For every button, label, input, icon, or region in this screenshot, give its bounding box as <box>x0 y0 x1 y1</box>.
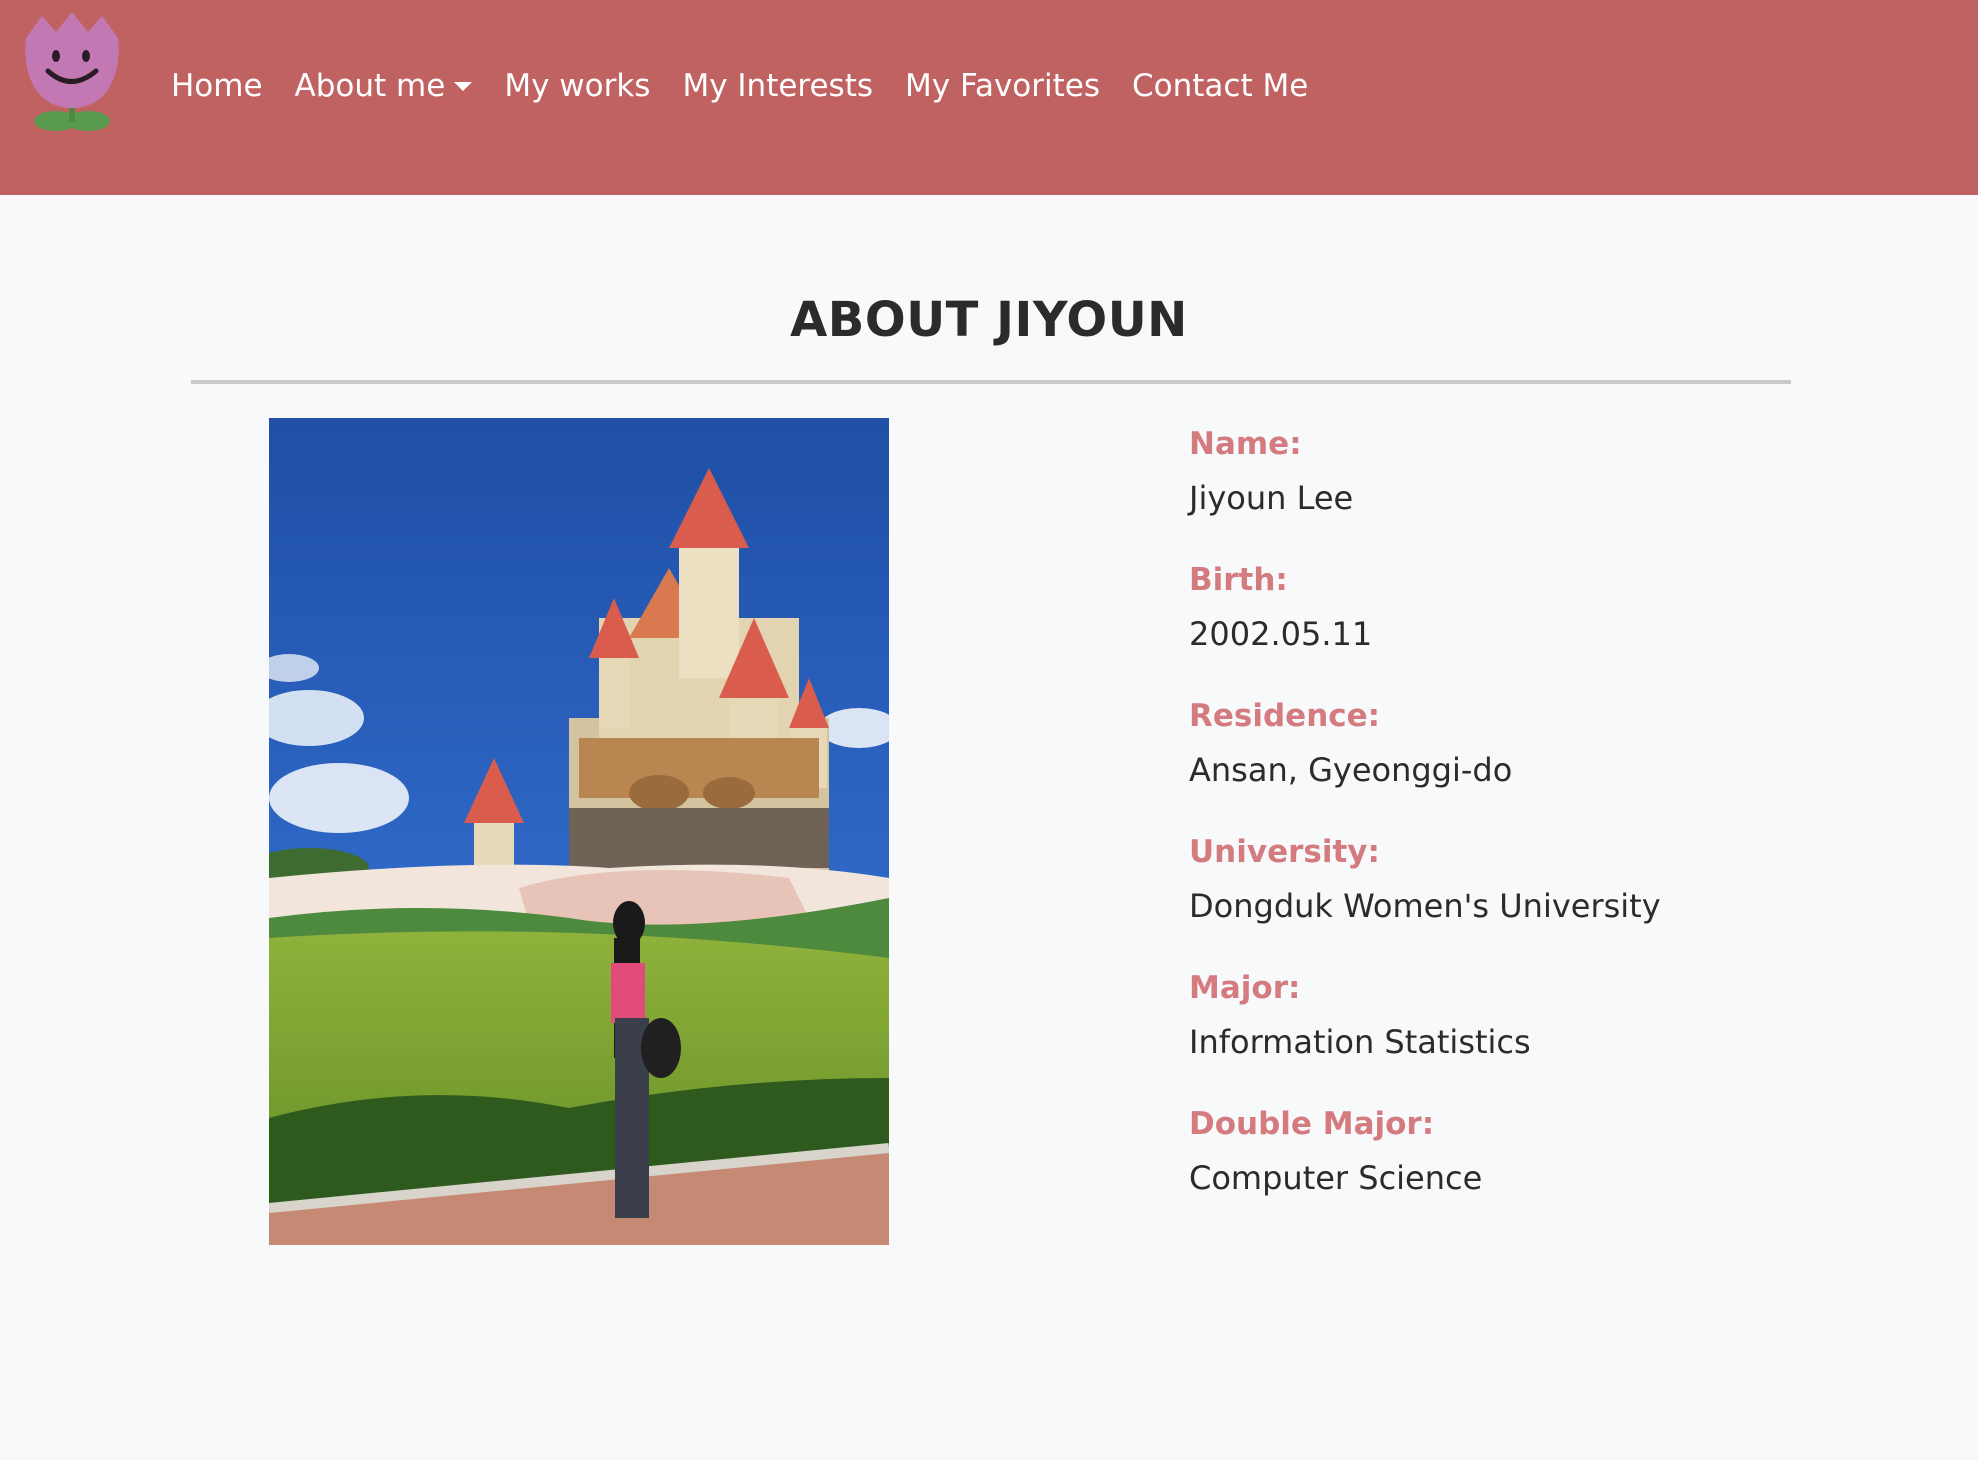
info-residence: Residence: Ansan, Gyeonggi-do <box>1189 692 1889 828</box>
tulip-logo-icon[interactable] <box>18 8 126 132</box>
info-value: Computer Science <box>1189 1159 1483 1197</box>
page-title: ABOUT JIYOUN <box>790 292 1188 348</box>
info-label: University: <box>1189 834 1380 870</box>
nav-contact-link[interactable]: Contact Me <box>1116 68 1324 104</box>
info-value: Ansan, Gyeonggi-do <box>1189 751 1513 789</box>
main-nav: Home About me My works My Interests My F… <box>155 61 1324 111</box>
info-value: 2002.05.11 <box>1189 615 1373 653</box>
info-major: Major: Information Statistics <box>1189 964 1889 1100</box>
nav-works-label: My works <box>504 68 651 104</box>
nav-interests-label: My Interests <box>682 68 874 104</box>
nav-favorites-label: My Favorites <box>905 68 1100 104</box>
profile-info: Name: Jiyoun Lee Birth: 2002.05.11 Resid… <box>1189 420 1889 1236</box>
nav-contact-label: Contact Me <box>1132 68 1309 104</box>
nav-interests-link[interactable]: My Interests <box>666 68 889 104</box>
nav-favorites-link[interactable]: My Favorites <box>889 68 1116 104</box>
info-birth: Birth: 2002.05.11 <box>1189 556 1889 692</box>
profile-photo <box>269 418 889 1245</box>
nav-home-label: Home <box>171 68 263 104</box>
info-double-major: Double Major: Computer Science <box>1189 1100 1889 1236</box>
nav-works-link[interactable]: My works <box>488 68 666 104</box>
info-value: Jiyoun Lee <box>1189 479 1354 517</box>
navbar: Home About me My works My Interests My F… <box>0 0 1978 195</box>
info-label: Name: <box>1189 426 1302 462</box>
info-label: Double Major: <box>1189 1106 1435 1142</box>
info-label: Major: <box>1189 970 1301 1006</box>
caret-down-icon <box>454 81 473 91</box>
info-name: Name: Jiyoun Lee <box>1189 420 1889 556</box>
info-label: Residence: <box>1189 698 1381 734</box>
info-value: Dongduk Women's University <box>1189 887 1661 925</box>
nav-about-label: About me <box>294 68 446 104</box>
nav-home-link[interactable]: Home <box>155 68 279 104</box>
info-value: Information Statistics <box>1189 1023 1531 1061</box>
info-university: University: Dongduk Women's University <box>1189 828 1889 964</box>
info-label: Birth: <box>1189 562 1288 598</box>
nav-about-dropdown[interactable]: About me <box>279 68 489 104</box>
title-divider <box>191 380 1791 384</box>
